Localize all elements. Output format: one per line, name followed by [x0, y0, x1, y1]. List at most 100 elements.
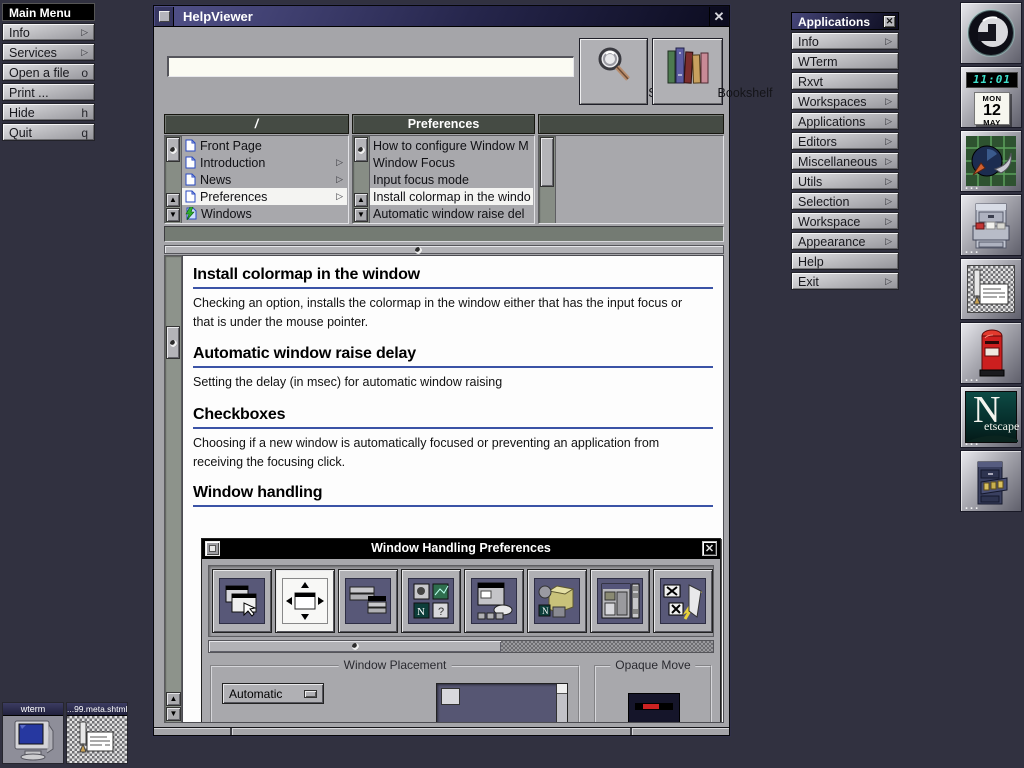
- miniaturize-icon: [159, 11, 170, 22]
- submenu-arrow-icon: ▷: [885, 236, 892, 247]
- scrollbar-knob[interactable]: [354, 137, 368, 162]
- dock-tile-mail-postbox[interactable]: ...: [960, 322, 1022, 384]
- section-body: Setting the delay (in msec) for automati…: [193, 373, 705, 392]
- submenu-arrow-icon: ▷: [81, 27, 88, 38]
- dock-tile-file-cabinet[interactable]: ...: [960, 194, 1022, 256]
- help-content-pane: Install colormap in the window Checking …: [182, 255, 724, 723]
- apps-item-rxvt[interactable]: Rxvt: [791, 72, 899, 90]
- dock-tile-gnustep[interactable]: [960, 2, 1022, 64]
- apps-item-editors[interactable]: Editors▷: [791, 132, 899, 150]
- apps-item-exit[interactable]: Exit▷: [791, 272, 899, 290]
- dock-tile-draw-app[interactable]: ...: [960, 130, 1022, 192]
- dock-tile-netscape[interactable]: N etscape ...: [960, 386, 1022, 448]
- document-icon: [185, 173, 196, 186]
- main-menu-title[interactable]: Main Menu: [2, 3, 95, 21]
- calendar-month: MAY: [975, 118, 1009, 127]
- text-editor-icon: [967, 265, 1015, 313]
- search-button[interactable]: Search: [579, 38, 648, 105]
- icons-tab-icon: N ?: [409, 579, 453, 623]
- books-icon: [665, 45, 711, 85]
- scroll-down-button[interactable]: ▼: [354, 208, 368, 222]
- calendar: MON 12 MAY: [974, 92, 1010, 125]
- column3-scrollbar[interactable]: [539, 136, 556, 223]
- dock-tile-archive-cabinet[interactable]: ...: [960, 450, 1022, 512]
- miniwindow-title: ...99.meta.shtml: [67, 703, 127, 716]
- embedded-horizontal-scrollbar: [208, 640, 714, 653]
- browser-item-automatic-window-raise[interactable]: Automatic window raise del: [370, 205, 533, 222]
- column1-scrollbar[interactable]: ▲ ▼: [165, 136, 182, 223]
- apps-item-workspace[interactable]: Workspace▷: [791, 212, 899, 230]
- browser-item-news[interactable]: News ▷: [182, 171, 347, 188]
- placement-preview: [436, 683, 568, 723]
- apps-item-utils[interactable]: Utils▷: [791, 172, 899, 190]
- browser-item-preferences-selected[interactable]: Preferences ▷: [182, 188, 347, 205]
- document-editor-icon: [75, 720, 119, 760]
- scrollbar-knob[interactable]: [540, 137, 554, 187]
- search-input[interactable]: [167, 56, 574, 77]
- helpviewer-titlebar[interactable]: HelpViewer ✕: [154, 6, 729, 27]
- menu-item-quit[interactable]: Quitq: [2, 123, 95, 141]
- menu-item-services[interactable]: Services▷: [2, 43, 95, 61]
- section-heading: Install colormap in the window: [193, 265, 713, 289]
- apps-item-selection[interactable]: Selection▷: [791, 192, 899, 210]
- apps-item-help[interactable]: Help: [791, 252, 899, 270]
- close-icon: ✕: [710, 7, 728, 26]
- scrollbar-knob[interactable]: [166, 137, 180, 162]
- content-scrollbar[interactable]: ▲ ▼: [164, 255, 182, 723]
- scroll-down-button[interactable]: ▼: [166, 208, 180, 222]
- tab-miscellaneous: N: [527, 569, 587, 633]
- submenu-arrow-icon: ▷: [885, 96, 892, 107]
- apps-item-applications[interactable]: Applications▷: [791, 112, 899, 130]
- menu-item-print[interactable]: Print ...: [2, 83, 95, 101]
- apps-item-info[interactable]: Info▷: [791, 32, 899, 50]
- browser-status-bar: [164, 226, 724, 242]
- embedded-tab-strip: N ?: [208, 565, 714, 637]
- browser-item-introduction[interactable]: Introduction ▷: [182, 154, 347, 171]
- menu-item-info[interactable]: Info▷: [2, 23, 95, 41]
- scroll-up-button[interactable]: ▲: [354, 193, 368, 207]
- column2-scrollbar[interactable]: ▲ ▼: [353, 136, 370, 223]
- browser-item-window-focus[interactable]: Window Focus: [370, 154, 533, 171]
- scroll-up-button[interactable]: ▲: [166, 692, 181, 706]
- browser-item-windows[interactable]: Windows: [182, 205, 347, 222]
- tab-window-list: [338, 569, 398, 633]
- miniwindow-meta-shtml[interactable]: ...99.meta.shtml: [66, 702, 128, 764]
- browser-item-install-colormap-selected[interactable]: Install colormap in the windo: [370, 188, 533, 205]
- menu-item-hide[interactable]: Hideh: [2, 103, 95, 121]
- browser-column1-header: /: [164, 114, 349, 134]
- applications-menu-title[interactable]: Applications ✕: [791, 12, 899, 30]
- apps-item-miscellaneous[interactable]: Miscellaneous▷: [791, 152, 899, 170]
- browser-item-how-to-configure[interactable]: How to configure Window M: [370, 137, 533, 154]
- svg-text:N: N: [417, 606, 425, 618]
- menu-close-button[interactable]: ✕: [883, 15, 896, 28]
- up-arrow-icon: ▲: [169, 195, 177, 204]
- apps-item-appearance[interactable]: Appearance▷: [791, 232, 899, 250]
- dock-tile-text-editor[interactable]: [960, 258, 1022, 320]
- miniaturize-button[interactable]: [155, 7, 174, 26]
- svg-text:N: N: [542, 606, 549, 616]
- close-button[interactable]: ✕: [709, 7, 728, 26]
- desktop: Main Menu Info▷ Services▷ Open a fileo P…: [0, 0, 1024, 768]
- scroll-up-button[interactable]: ▲: [166, 193, 180, 207]
- scrollbar-knob[interactable]: [166, 326, 180, 359]
- down-arrow-icon: ▼: [170, 709, 178, 718]
- resize-bar[interactable]: [154, 727, 729, 735]
- browser-item-input-focus-mode[interactable]: Input focus mode: [370, 171, 533, 188]
- miniwindow-wterm[interactable]: wterm: [2, 702, 64, 764]
- apps-item-workspaces[interactable]: Workspaces▷: [791, 92, 899, 110]
- section-heading: Automatic window raise delay: [193, 344, 713, 368]
- shortcut-key: q: [81, 126, 88, 140]
- menu-item-open-a-file[interactable]: Open a fileo: [2, 63, 95, 81]
- up-arrow-icon: ▲: [170, 694, 178, 703]
- close-icon: ✕: [886, 16, 894, 26]
- appicon-dots: ...: [965, 182, 980, 190]
- scrollbar-knob: [209, 641, 501, 652]
- dock-tile-clock[interactable]: 11:01 MON 12 MAY: [960, 66, 1022, 128]
- apps-item-wterm[interactable]: WTerm: [791, 52, 899, 70]
- browser-horizontal-scrollbar[interactable]: [164, 245, 724, 254]
- bookshelf-button[interactable]: Bookshelf: [652, 38, 723, 105]
- scroll-down-button[interactable]: ▼: [166, 707, 181, 721]
- group-label: Opaque Move: [610, 658, 695, 672]
- submenu-arrow-icon: ▷: [81, 47, 88, 58]
- browser-item-front-page[interactable]: Front Page: [182, 137, 347, 154]
